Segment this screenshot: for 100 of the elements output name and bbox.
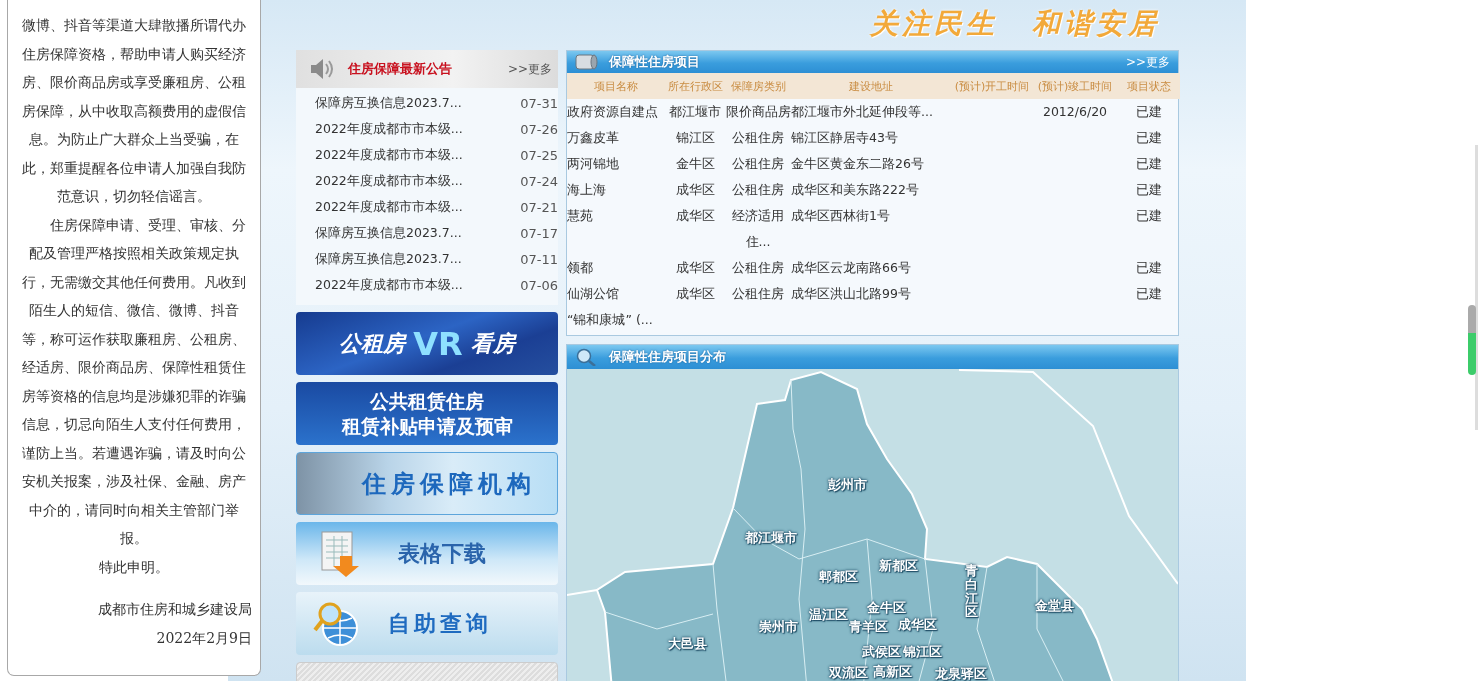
table-cell-text: 锦江区 <box>674 129 716 147</box>
notice-item[interactable]: 2022年度成都市市本级... 07-21 <box>296 194 558 220</box>
query-banner[interactable]: 自助查询 <box>296 592 558 655</box>
district-label: 崇州市 <box>758 618 798 636</box>
notice-item[interactable]: 2022年度成都市市本级... 07-25 <box>296 142 558 168</box>
district-label: 大邑县 <box>667 635 707 653</box>
district-label: 青羊区 <box>848 618 888 636</box>
signature-text: 成都市住房和城乡建设局 <box>97 600 252 619</box>
district-label: 金堂县 <box>1034 597 1074 615</box>
table-cell-text: 成华区 <box>674 181 716 199</box>
table-cell-text: 仙湖公馆 <box>567 285 620 303</box>
table-cell: 公租住房 <box>725 281 791 307</box>
table-cell-text: 成华区西林街1号 <box>791 207 891 225</box>
scrollbar[interactable] <box>1466 145 1478 430</box>
notice-title[interactable]: 2022年度成都市市本级... <box>315 276 463 294</box>
table-cell-text: 成华区 <box>674 207 716 225</box>
district-label: 彭州市 <box>827 476 867 494</box>
notice-date: 07-24 <box>520 173 558 189</box>
notice-date: 07-26 <box>520 121 558 137</box>
table-cell-text: 成华区云龙南路66号 <box>791 259 912 277</box>
table-cell-text: “锦和康城” (... <box>567 311 654 329</box>
district-label: 成华区 <box>897 616 937 634</box>
table-cell-text: 领都 <box>567 259 594 277</box>
notice-date: 07-11 <box>520 251 558 267</box>
notice-item[interactable]: 2022年度成都市市本级... 07-24 <box>296 168 558 194</box>
district-label: 武侯区 <box>861 643 901 661</box>
district-label: 锦江区 <box>902 643 942 661</box>
district-label: 高新区 <box>872 663 912 681</box>
section-title: 住房保障最新公告 <box>348 60 453 78</box>
column-header: 保障房类别 <box>725 73 791 99</box>
district-label: 都江堰市 <box>745 529 797 547</box>
column-header: (预计)开工时间 <box>951 73 1033 99</box>
notice-title[interactable]: 2022年度成都市市本级... <box>315 198 463 216</box>
column-header: 项目名称 <box>567 73 665 99</box>
table-cell-text: 海上海 <box>567 181 607 199</box>
table-cell: 限价商品房 <box>725 99 791 125</box>
table-cell: 公租住房 <box>725 255 791 281</box>
notice-title[interactable]: 2022年度成都市市本级... <box>315 146 463 164</box>
notice-paragraph: 住房保障申请、受理、审核、分配及管理严格按照相关政策规定执行，无需缴交其他任何费用。凡收到陌生人的短信、微信、微博、抖音等，称可运作获取廉租房、公租房、经适房、限价商品房、保障性租赁住房等资格的信息均是涉嫌犯罪的诈骗信息，切忌向陌生人支付任何费用，谨防上当。若遭遇诈骗，请及时向公安机关报案，涉及社保、金融、房产中介的，请同时向相关主管部门举报。 <box>21 215 247 548</box>
table-cell-text: 已建 <box>1134 259 1163 277</box>
table-cell: 经济适用住... <box>725 203 791 255</box>
vr-banner[interactable]: 公租房 VR 看房 <box>296 312 558 375</box>
district-label: 青白江区 <box>964 563 978 619</box>
speaker-icon <box>308 56 334 82</box>
table-cell: 2012/6/20 <box>1033 99 1117 125</box>
column-header: 所在行政区 <box>665 73 725 99</box>
notice-item[interactable]: 保障房互换信息2023.7... 07-11 <box>296 246 558 272</box>
table-cell-text: 万鑫皮革 <box>567 129 620 147</box>
subsidy-banner[interactable]: 公共租赁住房 租赁补贴申请及预审 <box>296 382 558 445</box>
notice-paragraph: 特此申明。 <box>98 557 170 577</box>
district-label: 金牛区 <box>866 599 906 617</box>
table-cell: 都江堰市 <box>665 99 725 125</box>
column-header: 建设地址 <box>791 73 951 99</box>
more-link[interactable]: >>更多 <box>507 60 552 78</box>
table-cell-text: 已建 <box>1134 207 1163 225</box>
section-title: 保障性住房项目分布 <box>609 348 727 366</box>
notice-title[interactable]: 保障房互换信息2023.7... <box>315 250 462 268</box>
notice-item[interactable]: 保障房互换信息2023.7... 07-31 <box>296 90 558 116</box>
notice-item[interactable]: 2022年度成都市市本级... 07-06 <box>296 272 558 298</box>
table-cell: 政府资源自建点 <box>567 99 665 125</box>
table-cell: 都江堰市外北延伸段等... <box>791 99 951 125</box>
district-label: 龙泉驿区 <box>935 665 987 681</box>
table-cell-text: 成华区洪山北路99号 <box>791 285 912 303</box>
column-header: 项目状态 <box>1117 73 1180 99</box>
date-text: 2022年2月9日 <box>155 628 252 648</box>
notice-date: 07-31 <box>520 95 558 111</box>
notice-date: 07-17 <box>520 225 558 241</box>
table-cell-text: 两河锦地 <box>567 155 620 173</box>
table-cell-text: 已建 <box>1134 155 1163 173</box>
table-cell: 公租住房 <box>725 151 791 177</box>
notice-title[interactable]: 保障房互换信息2023.7... <box>315 224 462 242</box>
table-cell: 公租住房 <box>725 177 791 203</box>
notice-item[interactable]: 保障房互换信息2023.7... 07-17 <box>296 220 558 246</box>
column-header: (预计)竣工时间 <box>1033 73 1117 99</box>
table-cell-text: 慧苑 <box>567 207 594 225</box>
notice-item[interactable]: 2022年度成都市市本级... 07-26 <box>296 116 558 142</box>
district-label: 双流区 <box>828 664 868 681</box>
notice-date: 07-21 <box>520 199 558 215</box>
notice-paragraph: 微博、抖音等渠道大肆散播所谓代办住房保障资格，帮助申请人购买经济房、限价商品房或享受廉租房、公租房保障，从中收取高额费用的虚假信息。为防止广大群众上当受骗，在此，郑重提醒各位申请人加强自我防范意识，切勿轻信谣言。 <box>21 16 247 206</box>
notice-date: 07-25 <box>520 147 558 163</box>
table-cell-text: 锦江区静居寺43号 <box>791 129 899 147</box>
notice-title[interactable]: 保障房互换信息2023.7... <box>315 94 462 112</box>
district-label: 温江区 <box>808 606 848 622</box>
notice-date: 07-06 <box>520 277 558 293</box>
district-label: 郫都区 <box>818 568 858 586</box>
district-label: 新都区 <box>878 557 918 575</box>
notice-title[interactable]: 2022年度成都市市本级... <box>315 120 463 138</box>
agency-banner[interactable]: 住房保障机构 <box>296 452 558 515</box>
table-cell: 公租住房 <box>725 125 791 151</box>
table-cell: 已建 <box>1117 99 1180 125</box>
table-cell-text: 已建 <box>1134 285 1163 303</box>
table-cell-text: 金牛区 <box>674 155 716 173</box>
table-cell-text: 已建 <box>1134 181 1163 199</box>
table-cell-text: 成华区 <box>674 285 716 303</box>
slogan-text: 和谐安居 <box>1032 6 1160 42</box>
notice-title[interactable]: 2022年度成都市市本级... <box>315 172 463 190</box>
table-cell-text: 已建 <box>1134 129 1163 147</box>
forms-banner[interactable]: 表格下载 <box>296 522 558 585</box>
table-cell-text: 金牛区黄金东二路26号 <box>791 155 925 173</box>
table-cell-text: 成华区 <box>674 259 716 277</box>
